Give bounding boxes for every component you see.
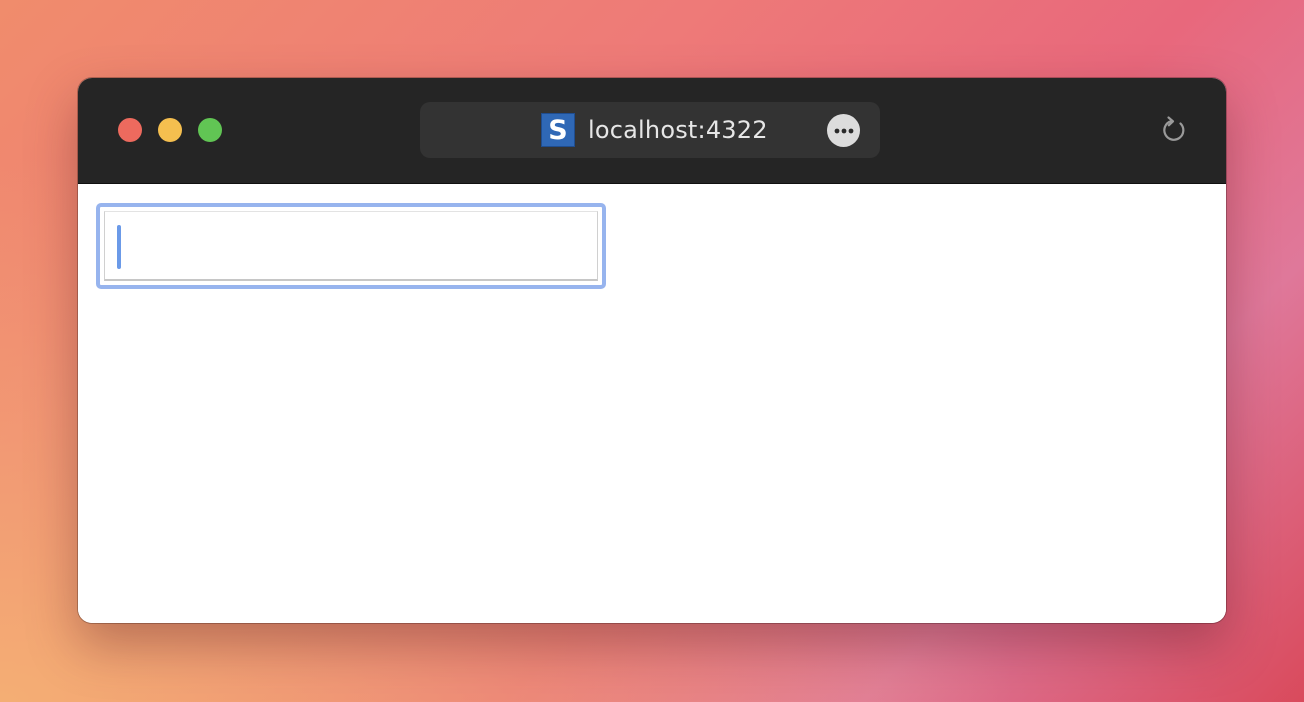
- ellipsis-icon: [834, 128, 853, 133]
- reload-button[interactable]: [1158, 114, 1190, 146]
- browser-titlebar: S localhost:4322: [78, 78, 1226, 184]
- address-bar[interactable]: S localhost:4322: [420, 102, 880, 158]
- minimize-window-button[interactable]: [158, 118, 182, 142]
- page-content: [78, 184, 1226, 623]
- maximize-window-button[interactable]: [198, 118, 222, 142]
- url-text: localhost:4322: [588, 116, 768, 144]
- reload-icon: [1163, 116, 1185, 141]
- text-input-focus-ring: [96, 203, 606, 289]
- page-menu-button[interactable]: [827, 114, 860, 147]
- text-input[interactable]: [104, 211, 598, 281]
- close-window-button[interactable]: [118, 118, 142, 142]
- browser-window: S localhost:4322: [78, 78, 1226, 623]
- site-favicon-icon: S: [541, 113, 575, 147]
